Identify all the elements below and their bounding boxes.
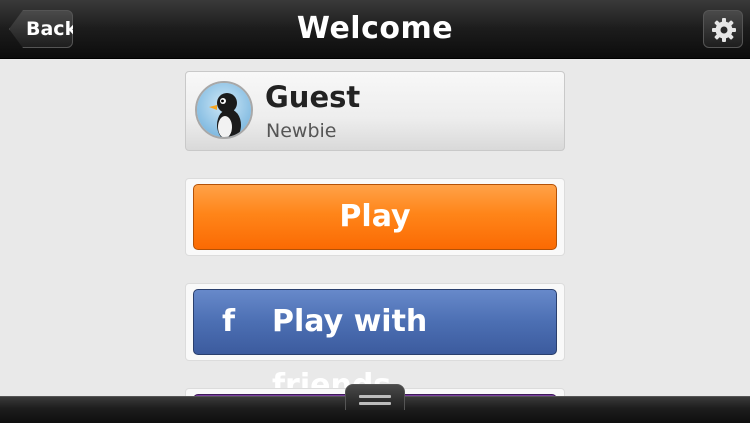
play-with-friends-button[interactable]: f Play with friends — [193, 289, 557, 403]
drawer-handle-button[interactable] — [345, 384, 405, 410]
profile-card[interactable]: Guest Newbie — [185, 71, 565, 151]
play-button-frame: Play — [185, 178, 565, 256]
avatar — [195, 81, 253, 139]
drawer-handle-icon — [359, 395, 391, 405]
screen: Welcome Back Guest Newbie Play f Play wi… — [0, 0, 750, 423]
gear-icon — [712, 18, 736, 42]
top-bar: Welcome Back — [0, 0, 750, 59]
player-name: Guest — [265, 80, 361, 114]
player-rank: Newbie — [266, 120, 337, 142]
page-title: Welcome — [296, 11, 454, 46]
facebook-icon: f — [222, 304, 236, 339]
play-button[interactable]: Play — [193, 184, 557, 250]
play-with-friends-frame: f Play with friends — [185, 283, 565, 403]
penguin-avatar-icon — [197, 83, 251, 137]
settings-button[interactable] — [703, 10, 743, 48]
